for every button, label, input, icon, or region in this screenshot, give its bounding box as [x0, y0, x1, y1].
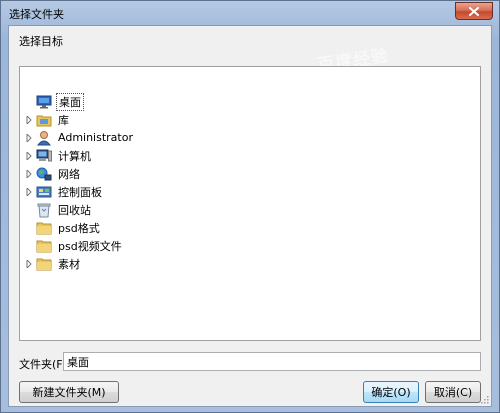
close-icon: [469, 6, 479, 16]
computer-icon: [36, 148, 52, 164]
control-panel-icon: [36, 184, 52, 200]
dialog-window: 选择文件夹 百度经验 选择目标 桌面 库 Administrator 计算机 网…: [0, 0, 500, 413]
folder-icon: [36, 220, 52, 236]
window-title: 选择文件夹: [9, 8, 64, 21]
recycle-bin-icon: [36, 202, 52, 218]
folder-icon: [36, 256, 52, 272]
tree-item-materials-folder[interactable]: 素材: [24, 255, 82, 272]
tree-item-library[interactable]: 库: [24, 111, 71, 128]
dialog-client-area: 百度经验 选择目标 桌面 库 Administrator 计算机 网络 控制面板…: [8, 25, 492, 407]
tree-item-label: psd视频文件: [58, 239, 122, 253]
title-bar[interactable]: 选择文件夹: [1, 1, 499, 25]
expand-arrow-icon[interactable]: [24, 165, 34, 182]
tree-item-label: 网络: [58, 167, 80, 181]
tree-item-label: Administrator: [58, 131, 133, 144]
tree-item-desktop[interactable]: 桌面: [24, 92, 84, 111]
tree-item-label: 素材: [58, 257, 80, 271]
user-icon: [36, 130, 52, 146]
tree-item-network[interactable]: 网络: [24, 165, 82, 182]
tree-item-label: 计算机: [58, 149, 91, 163]
tree-item-label: 库: [58, 113, 69, 127]
close-button[interactable]: [455, 2, 493, 20]
cancel-button[interactable]: 取消(C): [425, 381, 481, 403]
desktop-icon: [36, 94, 52, 110]
expand-arrow-icon[interactable]: [24, 111, 34, 128]
tree-item-recycle-bin[interactable]: 回收站: [24, 201, 93, 218]
instruction-text: 选择目标: [19, 35, 63, 48]
folder-input[interactable]: [63, 352, 481, 371]
tree-item-computer[interactable]: 计算机: [24, 147, 93, 164]
tree-item-psd-video-folder[interactable]: psd视频文件: [24, 237, 124, 254]
library-icon: [36, 112, 52, 128]
expand-arrow-icon[interactable]: [24, 183, 34, 200]
expand-arrow-icon[interactable]: [24, 129, 34, 146]
new-folder-button[interactable]: 新建文件夹(M): [19, 381, 119, 403]
folder-icon: [36, 238, 52, 254]
resize-grip-icon[interactable]: [479, 394, 489, 404]
tree-item-administrator[interactable]: Administrator: [24, 129, 135, 146]
expand-arrow-icon[interactable]: [24, 255, 34, 272]
tree-item-control-panel[interactable]: 控制面板: [24, 183, 104, 200]
tree-item-label: 回收站: [58, 203, 91, 217]
tree-item-label: psd格式: [58, 221, 100, 235]
folder-tree[interactable]: 桌面 库 Administrator 计算机 网络 控制面板 回收站 psd格式…: [19, 66, 481, 341]
tree-item-label: 桌面: [56, 92, 84, 111]
tree-item-psd-folder[interactable]: psd格式: [24, 219, 102, 236]
expand-arrow-icon[interactable]: [24, 147, 34, 164]
network-icon: [36, 166, 52, 182]
ok-button[interactable]: 确定(O): [363, 381, 419, 403]
tree-item-label: 控制面板: [58, 185, 102, 199]
